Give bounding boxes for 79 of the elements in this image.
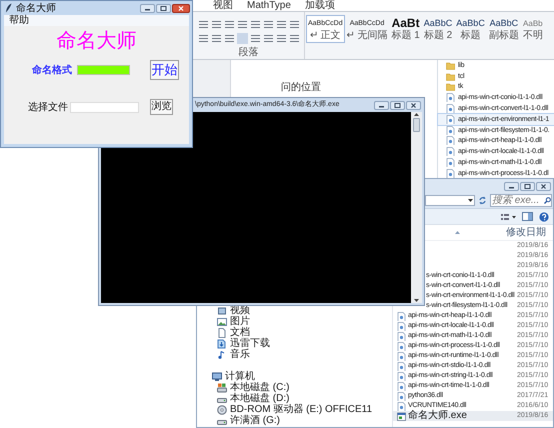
file-icon <box>397 372 406 380</box>
close-button[interactable] <box>536 182 551 190</box>
navigation-item[interactable]: 图片 <box>230 316 250 327</box>
file-icon <box>397 382 406 390</box>
scroll-thumb[interactable] <box>413 118 420 132</box>
disc-icon[interactable] <box>217 404 227 414</box>
menu-item[interactable]: 帮助 <box>9 15 29 26</box>
search-field[interactable]: 搜索 exe... <box>490 194 552 207</box>
file-icon <box>446 93 455 102</box>
style-gallery-item[interactable]: AaBb 不明 <box>520 15 545 43</box>
document-text: 问的位置 <box>281 82 321 93</box>
file-icon <box>397 312 406 320</box>
field-label: 命名格式 <box>32 64 73 76</box>
maximize-button[interactable] <box>520 182 535 190</box>
maximize-button[interactable] <box>390 100 405 110</box>
close-button[interactable] <box>406 100 421 110</box>
group-label: 段落 <box>238 48 258 58</box>
minimize-button[interactable] <box>140 4 155 12</box>
file-icon <box>446 104 455 114</box>
file-icon <box>397 342 406 350</box>
file-icon <box>446 126 455 135</box>
file-name: 命名大师.exe <box>408 411 467 421</box>
navigation-item[interactable]: 文档 <box>230 327 250 338</box>
file-icon <box>397 402 406 410</box>
picture-icon[interactable] <box>217 316 227 326</box>
file-icon <box>397 352 406 360</box>
style-gallery-item[interactable]: AaBbC 标题 <box>454 15 487 43</box>
download-icon[interactable] <box>217 338 227 348</box>
scroll-up-icon[interactable] <box>414 113 419 116</box>
refresh-icon[interactable] <box>478 196 487 205</box>
window-icon <box>397 412 406 420</box>
preview-pane-icon[interactable] <box>522 212 533 221</box>
column-header[interactable]: 修改日期 <box>506 227 546 238</box>
document-icon[interactable] <box>217 328 227 338</box>
ribbon-tab[interactable]: MathType <box>247 0 291 11</box>
navigation-item[interactable]: 迅雷下载 <box>230 338 270 349</box>
scroll-down-icon[interactable] <box>414 299 419 302</box>
feather-icon <box>5 3 13 13</box>
style-gallery-item[interactable]: AaBt 标题 1 <box>389 15 422 43</box>
ribbon-tab[interactable]: 视图 <box>213 0 233 11</box>
drive-icon[interactable] <box>217 382 227 392</box>
help-icon[interactable] <box>539 212 549 222</box>
navigation-item[interactable]: 计算机 <box>225 371 255 382</box>
file-path-field[interactable] <box>70 102 139 112</box>
browse-button[interactable]: 浏览 <box>150 99 173 115</box>
film-icon[interactable] <box>217 306 227 316</box>
scrollbar[interactable] <box>411 112 422 303</box>
file-icon <box>397 322 406 330</box>
window-title: 命名大师 <box>16 2 57 14</box>
close-button[interactable] <box>172 4 190 12</box>
music-note-icon[interactable] <box>217 350 227 360</box>
navigation-item[interactable]: 许满酒 (G:) <box>230 415 280 426</box>
app-heading: 命名大师 <box>56 29 136 53</box>
style-gallery-item[interactable]: AaBbC 副标题 <box>486 15 521 43</box>
file-icon <box>446 114 455 124</box>
view-options-icon[interactable] <box>501 212 516 220</box>
navigation-item[interactable]: 音乐 <box>230 349 250 360</box>
address-field[interactable] <box>425 195 475 206</box>
file-icon <box>397 332 406 340</box>
file-icon <box>397 392 406 400</box>
start-button[interactable]: 开始 <box>150 60 179 80</box>
search-icon[interactable] <box>544 197 551 204</box>
minimize-button[interactable] <box>504 182 519 190</box>
computer-icon[interactable] <box>212 372 222 382</box>
field-label: 选择文件 <box>28 102 69 112</box>
file-icon <box>446 158 455 168</box>
file-icon <box>446 136 455 146</box>
sort-caret-icon[interactable] <box>455 231 460 234</box>
ribbon-tab[interactable]: 加载项 <box>304 0 335 11</box>
name-format-field[interactable] <box>77 65 130 75</box>
navigation-item[interactable]: 本地磁盘 (C:) <box>230 382 290 393</box>
minimize-button[interactable] <box>374 100 389 110</box>
style-gallery-item[interactable]: AaBbC 标题 2 <box>422 15 454 43</box>
navigation-item[interactable]: 本地磁盘 (D:) <box>230 393 290 404</box>
navigation-item[interactable]: BD-ROM 驱动器 (E:) OFFICE11 <box>230 404 372 415</box>
maximize-button[interactable] <box>156 4 171 12</box>
file-icon <box>397 362 406 370</box>
file-icon <box>446 147 455 156</box>
dropdown-caret-icon[interactable] <box>468 199 473 202</box>
